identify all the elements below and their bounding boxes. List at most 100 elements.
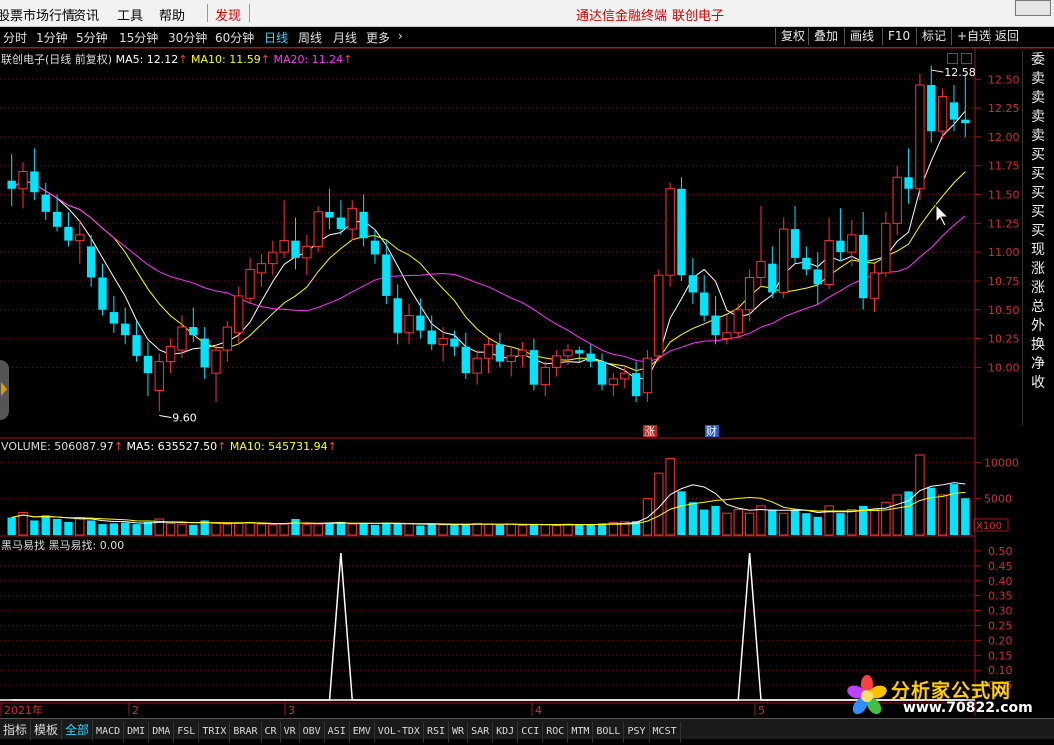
menu-market[interactable]: 股票市场行情 bbox=[0, 5, 75, 24]
tf-5min[interactable]: 5分钟 bbox=[76, 29, 108, 46]
sidebar-item[interactable]: 买 bbox=[1023, 203, 1053, 222]
app-title: 通达信金融终端 bbox=[576, 9, 668, 24]
menu-news[interactable]: 资讯 bbox=[73, 5, 99, 24]
draw-line-button[interactable]: 画线 bbox=[844, 28, 879, 45]
kline-chart[interactable]: 12.50 12.25 12.00 11.75 11.50 11.25 11.00 10.75… bbox=[0, 0, 1054, 745]
tab-roc[interactable]: ROC bbox=[543, 722, 569, 742]
tab-brar[interactable]: BRAR bbox=[230, 722, 262, 742]
volume-bar-down bbox=[927, 487, 936, 535]
indicator-axis-label: 0.50 bbox=[988, 545, 1013, 558]
tf-60min[interactable]: 60分钟 bbox=[215, 29, 254, 46]
sidebar-item[interactable]: 涨 bbox=[1023, 260, 1053, 279]
ma10-line bbox=[11, 171, 966, 372]
tf-more[interactable]: 更多 bbox=[366, 29, 390, 46]
tab-dmi[interactable]: DMI bbox=[124, 722, 150, 742]
price-axis-label: 12.00 bbox=[988, 131, 1020, 144]
tab-trix[interactable]: TRIX bbox=[199, 722, 231, 742]
volume-bar-up bbox=[279, 523, 289, 536]
tab-mtm[interactable]: MTM bbox=[568, 722, 594, 742]
candle-down bbox=[495, 344, 505, 362]
collapse-handle[interactable] bbox=[0, 360, 9, 420]
tf-1min[interactable]: 1分钟 bbox=[36, 29, 68, 46]
candle-down bbox=[802, 257, 811, 270]
main-info: 联创电子(日线 前复权) MA5: 12.12↑ MA10: 11.59↑ MA… bbox=[1, 51, 352, 67]
candle-down bbox=[711, 315, 720, 336]
sidebar-item[interactable]: 买 bbox=[1023, 146, 1053, 165]
sidebar-item[interactable]: 卖 bbox=[1023, 127, 1053, 146]
sidebar-item[interactable]: 换 bbox=[1023, 336, 1053, 355]
mark-button[interactable]: 标记 bbox=[916, 28, 951, 45]
tab-cci[interactable]: CCI bbox=[518, 722, 544, 742]
tab-psy[interactable]: PSY bbox=[624, 722, 650, 742]
tab-mcst[interactable]: MCST bbox=[650, 722, 681, 742]
tab-kdj[interactable]: KDJ bbox=[493, 722, 519, 742]
volume-bar-down bbox=[813, 516, 822, 535]
volume-bar-down bbox=[143, 521, 153, 535]
volume-bar-up bbox=[302, 524, 312, 536]
volume-bar-down bbox=[529, 524, 539, 535]
candle-down bbox=[41, 194, 50, 212]
sidebar-item[interactable]: 委 bbox=[1023, 51, 1053, 70]
tab-cr[interactable]: CR bbox=[262, 722, 281, 742]
sidebar-item[interactable]: 卖 bbox=[1023, 89, 1053, 108]
tab-emv[interactable]: EMV bbox=[350, 722, 375, 742]
sidebar-item[interactable]: 净 bbox=[1023, 355, 1053, 374]
overlay-button[interactable]: 叠加 bbox=[808, 28, 843, 45]
candle-down bbox=[132, 335, 141, 356]
volume-bar-down bbox=[427, 524, 436, 535]
tf-15min[interactable]: 15分钟 bbox=[119, 29, 158, 46]
candle-up bbox=[347, 207, 357, 230]
tf-weekly[interactable]: 周线 bbox=[298, 29, 322, 46]
tab-rsi[interactable]: RSI bbox=[424, 722, 450, 742]
tab-asi[interactable]: ASI bbox=[325, 722, 350, 742]
indicator-label: 黑马易找 黑马易找: 0.00 bbox=[1, 539, 125, 552]
volume-bar-up bbox=[75, 517, 85, 536]
menu-help[interactable]: 帮助 bbox=[159, 5, 185, 24]
tab-boll[interactable]: BOLL bbox=[593, 722, 625, 742]
tab-macd[interactable]: MACD bbox=[93, 722, 125, 742]
menu-find[interactable]: 发现 bbox=[215, 5, 241, 24]
sidebar-item[interactable]: 卖 bbox=[1023, 108, 1053, 127]
sidebar-item[interactable]: 买 bbox=[1023, 222, 1053, 241]
sidebar-item[interactable]: 买 bbox=[1023, 165, 1053, 184]
volume-bar-down bbox=[41, 515, 50, 535]
sidebar-item[interactable]: 收 bbox=[1023, 374, 1053, 393]
tab-obv[interactable]: OBV bbox=[300, 722, 325, 742]
tf-monthly[interactable]: 月线 bbox=[333, 29, 357, 46]
volume-bar-down bbox=[450, 524, 459, 535]
maximize-icon[interactable] bbox=[961, 53, 972, 64]
restore-right-button[interactable]: 复权 bbox=[775, 28, 810, 45]
candle-up bbox=[256, 263, 267, 274]
restore-icon[interactable] bbox=[947, 53, 958, 64]
tab-vr[interactable]: VR bbox=[281, 722, 300, 742]
sidebar-item[interactable]: 现 bbox=[1023, 241, 1053, 260]
tf-intraday[interactable]: 分时 bbox=[3, 29, 27, 46]
sidebar-item[interactable]: 卖 bbox=[1023, 70, 1053, 89]
date-axis-label: 5 bbox=[758, 704, 765, 717]
back-button[interactable]: 返回 bbox=[989, 28, 1024, 45]
tab-wr[interactable]: WR bbox=[449, 722, 469, 742]
sidebar-item[interactable]: 外 bbox=[1023, 317, 1053, 336]
tab-fsl[interactable]: FSL bbox=[174, 722, 200, 742]
volume-bar-down bbox=[677, 491, 686, 535]
sidebar-item[interactable]: 买 bbox=[1023, 184, 1053, 203]
volume-ma5-label: MA5: 635527.50 bbox=[126, 440, 218, 453]
menu-tools[interactable]: 工具 bbox=[117, 5, 143, 24]
tf-daily[interactable]: 日线 bbox=[264, 29, 288, 46]
volume-bar-up bbox=[268, 524, 278, 536]
sidebar-item[interactable]: 涨 bbox=[1023, 279, 1053, 298]
tab-sar[interactable]: SAR bbox=[468, 722, 494, 742]
volume-bar-down bbox=[836, 513, 845, 535]
window-control-button[interactable] bbox=[1015, 0, 1051, 16]
tab-dma[interactable]: DMA bbox=[149, 722, 175, 742]
f10-button[interactable]: F10 bbox=[882, 28, 915, 45]
tab-模板[interactable]: 模板 bbox=[31, 720, 63, 740]
chevron-right-icon[interactable]: › bbox=[398, 29, 403, 43]
sidebar-item[interactable]: 总 bbox=[1023, 298, 1053, 317]
tab-指标[interactable]: 指标 bbox=[0, 720, 32, 740]
volume-bar-down bbox=[109, 523, 119, 535]
tab-全部[interactable]: 全部 bbox=[62, 720, 94, 740]
price-axis-label: 12.25 bbox=[988, 102, 1020, 115]
tab-vol-tdx[interactable]: VOL-TDX bbox=[375, 722, 424, 742]
tf-30min[interactable]: 30分钟 bbox=[168, 29, 207, 46]
